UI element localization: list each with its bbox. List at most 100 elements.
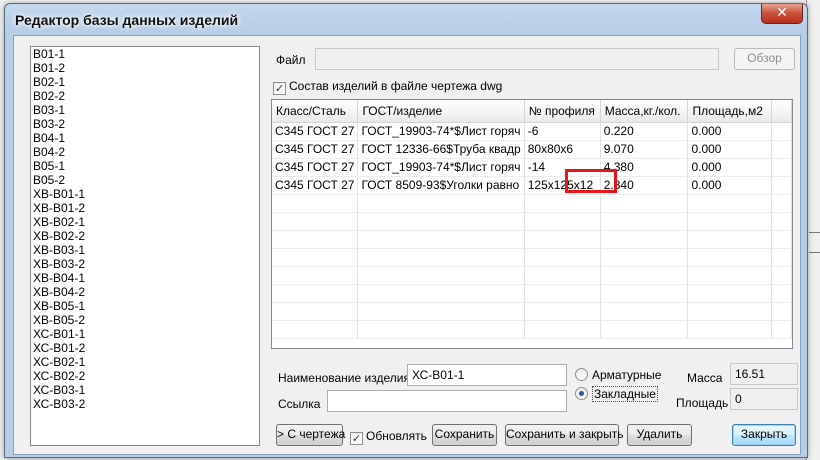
table-cell-empty [357,320,525,339]
list-item[interactable]: ХВ-В04-2 [31,285,259,299]
list-item[interactable]: В03-2 [31,117,259,131]
close-button[interactable]: Закрыть [732,424,796,446]
table-cell-empty [687,302,773,321]
table-cell[interactable]: С345 ГОСТ 27 [272,122,359,141]
table-cell-empty [357,248,525,267]
background-app-right [806,0,820,460]
table-row[interactable]: С345 ГОСТ 27 ГОСТ 12336-66$Труба квадр 80х… [272,140,792,159]
table-cell[interactable]: ГОСТ_19903-74*$Лист горяч [357,122,525,141]
dwg-checkbox-row[interactable]: ✓ Состав изделий в файле чертежа dwg [273,79,502,95]
table-cell[interactable]: ГОСТ 8509-93$Уголки равно [357,176,525,195]
table-cell-empty [524,320,601,339]
list-item[interactable]: ХС-В02-1 [31,355,259,369]
list-item[interactable]: ХВ-В02-1 [31,215,259,229]
table-cell[interactable]: 9.070 [600,140,689,159]
table-cell[interactable]: 0.000 [687,140,773,159]
column-header[interactable]: ГОСТ/изделие [357,100,525,123]
radio-rebar[interactable]: Арматурные [575,368,661,382]
link-input[interactable] [327,390,567,412]
save-and-close-button[interactable]: Сохранить и закрыть [505,424,623,446]
list-item[interactable]: В05-2 [31,173,259,187]
table-cell[interactable]: С345 ГОСТ 27 [272,158,359,177]
table-cell[interactable]: 0.220 [600,122,689,141]
table-cell[interactable]: ГОСТ 12336-66$Труба квадр [357,140,525,159]
table-row-empty [272,212,792,231]
table-cell[interactable]: -6 [524,122,601,141]
browse-button: Обзор [734,48,795,70]
update-checkbox[interactable]: ✓ [350,432,363,445]
list-item[interactable]: В04-1 [31,131,259,145]
table-row-empty [272,320,792,339]
dwg-checkbox[interactable]: ✓ [273,82,286,95]
table-cell-empty [687,320,773,339]
list-item[interactable]: В04-2 [31,145,259,159]
file-label: Файл [276,53,306,67]
table-cell-empty [600,230,689,249]
table-cell-empty [600,284,689,303]
list-item[interactable]: В02-1 [31,75,259,89]
radio-embedded-button[interactable] [575,387,588,400]
list-item[interactable]: ХВ-В02-2 [31,229,259,243]
table-cell-empty [272,284,359,303]
delete-button[interactable]: Удалить [627,424,692,446]
list-item[interactable]: ХВ-В01-1 [31,187,259,201]
table-cell-empty [272,212,359,231]
column-header[interactable]: Масса,кг./кол. [600,100,689,123]
list-item[interactable]: В01-1 [31,47,259,61]
table-cell-empty [357,302,525,321]
table-cell-empty [600,248,689,267]
radio-embedded[interactable]: Закладные [575,386,658,402]
table-cell-empty [524,212,601,231]
table-cell[interactable]: 80х80х6 [524,140,601,159]
list-item[interactable]: ХС-В02-2 [31,369,259,383]
column-header[interactable]: Площадь,м2 [687,100,773,123]
update-checkbox-row[interactable]: ✓ Обновлять [350,429,427,445]
table-row-empty [272,230,792,249]
table-cell-empty [524,266,601,285]
item-name-label: Наименование изделия [278,371,410,385]
list-item[interactable]: ХВ-В04-1 [31,271,259,285]
list-item[interactable]: В01-2 [31,61,259,75]
table-cell-empty [357,266,525,285]
table-cell[interactable]: 0.000 [687,158,773,177]
from-drawing-button[interactable]: > С чертежа [276,424,345,446]
list-item[interactable]: В03-1 [31,103,259,117]
list-item[interactable]: ХВ-В03-2 [31,257,259,271]
list-item[interactable]: ХВ-В05-1 [31,299,259,313]
list-item[interactable]: ХС-В03-2 [31,397,259,411]
table-cell-filler [771,140,792,159]
list-item[interactable]: В02-2 [31,89,259,103]
area-value: 0 [730,388,798,410]
table-cell-empty [771,284,792,303]
table-cell-empty [357,194,525,213]
save-button[interactable]: Сохранить [432,424,497,446]
table-cell[interactable]: С345 ГОСТ 27 [272,176,359,195]
table-cell[interactable]: 0.000 [687,122,773,141]
items-list[interactable]: В01-1 В01-2 В02-1 В02-2 В03-1 В03-2 В04-1 В04-2… [30,46,260,446]
dialog-client-area: В01-1 В01-2 В02-1 В02-2 В03-1 В03-2 В04-1 В04-2… [13,35,801,455]
table-cell-empty [524,230,601,249]
table-row[interactable]: С345 ГОСТ 27 ГОСТ_19903-74*$Лист горяч -6 0… [272,122,792,141]
table-cell[interactable]: С345 ГОСТ 27 [272,140,359,159]
table-cell[interactable]: 0.000 [687,176,773,195]
list-item[interactable]: ХВ-В03-1 [31,243,259,257]
table-cell[interactable]: ГОСТ_19903-74*$Лист горяч [357,158,525,177]
column-header[interactable]: № профиля [524,100,601,123]
mass-value: 16.51 [730,363,798,385]
column-header[interactable]: Класс/Сталь [272,100,359,123]
table-cell-empty [524,248,601,267]
list-item[interactable]: ХВ-В05-2 [31,313,259,327]
list-item[interactable]: ХС-В01-1 [31,327,259,341]
radio-rebar-button[interactable] [575,368,588,381]
item-name-input[interactable]: ХС-В01-1 [407,364,567,386]
table-row[interactable]: С345 ГОСТ 27 ГОСТ_19903-74*$Лист горяч -14… [272,158,792,177]
list-item[interactable]: ХС-В01-2 [31,341,259,355]
area-label: Площадь [676,396,729,410]
list-item[interactable]: В05-1 [31,159,259,173]
table-row-empty [272,302,792,321]
list-item[interactable]: ХС-В03-1 [31,383,259,397]
items-table[interactable]: Класс/Сталь ГОСТ/изделие № профиля Масса,кг… [271,99,793,349]
list-item[interactable]: ХВ-В01-2 [31,201,259,215]
window-close-button[interactable]: ✕ [761,4,803,24]
table-row[interactable]: С345 ГОСТ 27 ГОСТ 8509-93$Уголки равно 125… [272,176,792,195]
